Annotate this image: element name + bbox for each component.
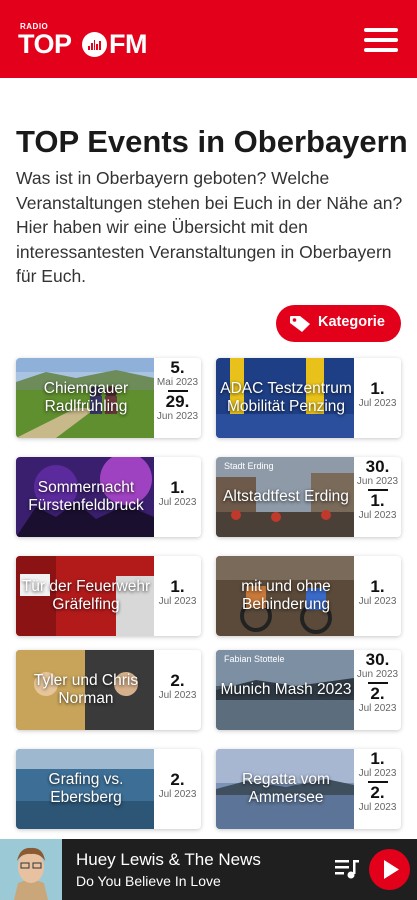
event-title: Tür der Feuerwehr Gräfelfing: [21, 578, 151, 613]
category-button-label: Kategorie: [318, 314, 385, 330]
event-dates: 1. Jul 2023 2. Jul 2023: [354, 749, 401, 829]
playlist-icon[interactable]: [333, 856, 361, 882]
event-card[interactable]: ADAC Testzentrum Mobilität Penzing 1. Ju…: [216, 358, 401, 438]
event-dates: 1. Jul 2023: [154, 556, 201, 636]
event-title: Tyler und Chris Norman: [33, 672, 139, 707]
end-month: Jul 2023: [358, 801, 397, 813]
app-header: RADIO TOP FM: [0, 0, 417, 78]
event-image: Sommernacht Fürstenfeldbruck: [16, 457, 154, 537]
start-day: 5.: [170, 358, 185, 377]
intro-text: Was ist in Oberbayern geboten? Welche Ve…: [16, 168, 403, 286]
event-card[interactable]: Tyler und Chris Norman 2. Jul 2023: [16, 650, 201, 730]
logo-bars-icon: [82, 32, 107, 57]
event-title: ADAC Testzentrum Mobilität Penzing: [220, 380, 352, 415]
start-day: 30.: [365, 457, 390, 476]
event-title: Chiemgauer Radlfrühling: [43, 380, 129, 415]
event-image: Tyler und Chris Norman: [16, 650, 154, 730]
end-day: 29.: [165, 391, 190, 411]
event-title: Grafing vs. Ebersberg: [48, 771, 124, 806]
end-day: 2.: [370, 782, 385, 802]
album-cover[interactable]: [0, 839, 62, 900]
start-month: Jun 2023: [356, 476, 399, 487]
event-title: Regatta vom Ammersee: [242, 771, 330, 806]
event-image: Fabian Stottele Munich Mash 2023: [216, 650, 354, 730]
start-month: Jul 2023: [358, 398, 397, 409]
event-card[interactable]: Stadt Erding Altstadtfest Erding 30. Jun…: [216, 457, 401, 537]
event-image: Tür der Feuerwehr Gräfelfing: [16, 556, 154, 636]
start-month: Jul 2023: [358, 768, 397, 779]
event-dates: 2. Jul 2023: [154, 749, 201, 829]
event-dates: 2. Jul 2023: [154, 650, 201, 730]
start-day: 1.: [170, 577, 185, 596]
event-dates: 30. Jun 2023 1. Jul 2023: [354, 457, 401, 537]
play-icon: [384, 860, 399, 879]
start-month: Jul 2023: [358, 596, 397, 607]
event-card[interactable]: mit und ohne Behinderung 1. Jul 2023: [216, 556, 401, 636]
event-card[interactable]: Fabian Stottele Munich Mash 2023 30. Jun…: [216, 650, 401, 730]
event-dates: 1. Jul 2023: [354, 358, 401, 438]
play-button[interactable]: [369, 849, 410, 890]
end-month: Jul 2023: [358, 702, 397, 714]
logo-fm-text: FM: [109, 29, 147, 59]
hamburger-menu-icon[interactable]: [364, 28, 398, 52]
end-day: 2.: [370, 683, 385, 703]
event-dates: 1. Jul 2023: [354, 556, 401, 636]
start-month: Mai 2023: [156, 377, 199, 388]
start-day: 30.: [365, 650, 390, 669]
category-filter-button[interactable]: Kategorie: [276, 305, 401, 342]
now-playing-artist: Huey Lewis & The News: [76, 850, 261, 869]
event-dates: 1. Jul 2023: [154, 457, 201, 537]
end-day: 1.: [370, 490, 385, 510]
event-title: Sommernacht Fürstenfeldbruck: [28, 479, 144, 514]
start-day: 2.: [170, 770, 185, 789]
event-image: Regatta vom Ammersee: [216, 749, 354, 829]
tag-icon: [290, 316, 310, 332]
event-card[interactable]: Sommernacht Fürstenfeldbruck 1. Jul 2023: [16, 457, 201, 537]
start-month: Jul 2023: [158, 690, 197, 701]
event-dates: 30. Jun 2023 2. Jul 2023: [354, 650, 401, 730]
event-card[interactable]: Chiemgauer Radlfrühling 5. Mai 2023 29. …: [16, 358, 201, 438]
start-day: 1.: [370, 749, 385, 768]
end-month: Jul 2023: [358, 509, 397, 521]
now-playing-bar: Huey Lewis & The News Do You Believe In …: [0, 839, 417, 900]
logo-top-text: TOP: [18, 29, 72, 59]
event-image: mit und ohne Behinderung: [216, 556, 354, 636]
event-image: ADAC Testzentrum Mobilität Penzing: [216, 358, 354, 438]
start-month: Jul 2023: [158, 596, 197, 607]
end-month: Jun 2023: [156, 410, 199, 422]
event-title: mit und ohne Behinderung: [241, 578, 331, 613]
start-month: Jul 2023: [158, 789, 197, 800]
event-card[interactable]: Regatta vom Ammersee 1. Jul 2023 2. Jul …: [216, 749, 401, 829]
page-title: TOP Events in Oberbayern: [16, 124, 408, 159]
event-image: Stadt Erding Altstadtfest Erding: [216, 457, 354, 537]
start-day: 2.: [170, 671, 185, 690]
event-card[interactable]: Grafing vs. Ebersberg 2. Jul 2023: [16, 749, 201, 829]
start-month: Jun 2023: [356, 669, 399, 680]
start-month: Jul 2023: [158, 497, 197, 508]
start-day: 1.: [370, 577, 385, 596]
start-day: 1.: [370, 379, 385, 398]
event-image: Grafing vs. Ebersberg: [16, 749, 154, 829]
event-title: Munich Mash 2023: [220, 681, 352, 698]
start-day: 1.: [170, 478, 185, 497]
now-playing-song: Do You Believe In Love: [76, 873, 221, 889]
event-dates: 5. Mai 2023 29. Jun 2023: [154, 358, 201, 438]
event-title: Altstadtfest Erding: [223, 488, 349, 505]
event-image: Chiemgauer Radlfrühling: [16, 358, 154, 438]
event-card[interactable]: Tür der Feuerwehr Gräfelfing 1. Jul 2023: [16, 556, 201, 636]
